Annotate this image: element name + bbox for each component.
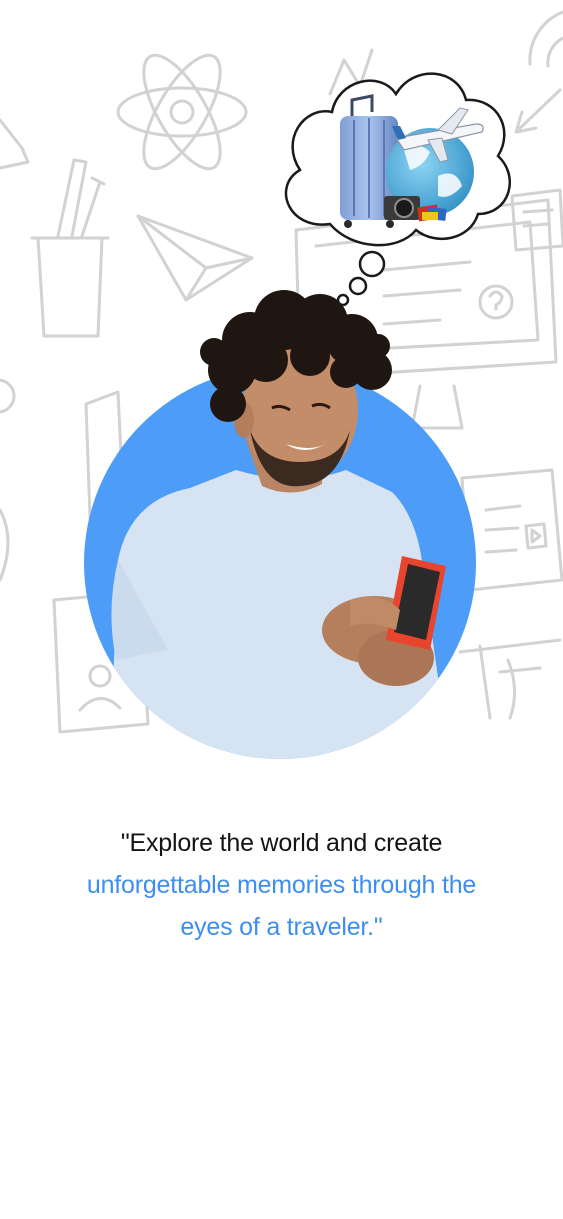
onboarding-quote: "Explore the world and create unforgetta…	[20, 822, 543, 948]
quote-line-1: "Explore the world and create	[120, 829, 443, 857]
quote-line-3: eyes of a traveler."	[180, 913, 383, 941]
hero-illustration	[84, 72, 512, 759]
quote-line-2: unforgettable memories through the	[86, 871, 477, 899]
camera-icon	[384, 196, 420, 220]
